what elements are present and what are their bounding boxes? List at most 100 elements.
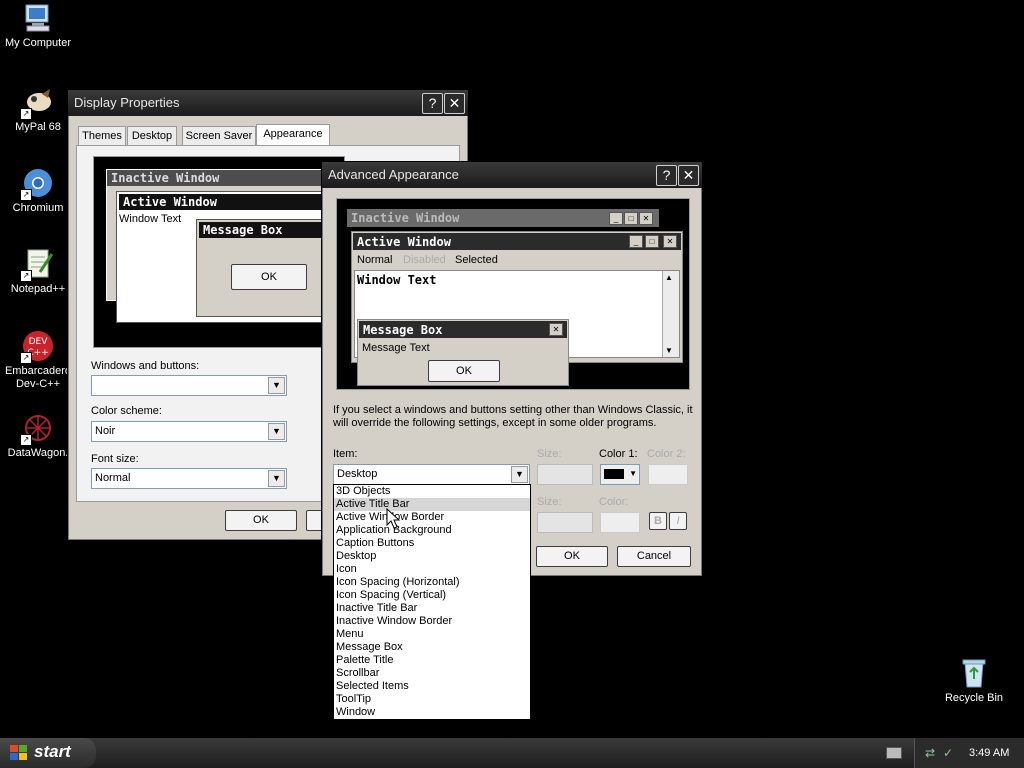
close-icon: ✕ (549, 323, 563, 336)
color2-picker[interactable] (648, 464, 688, 485)
shortcut-arrow-icon: ↗ (20, 189, 32, 201)
clock: 3:49 AM (969, 747, 1010, 759)
list-item[interactable]: Message Box (334, 641, 530, 654)
maximize-icon: □ (624, 212, 638, 225)
font-size-label: Font size: (91, 453, 139, 465)
list-item[interactable]: ToolTip (334, 693, 530, 706)
info-text: If you select a windows and buttons sett… (333, 404, 693, 429)
windows-buttons-label: Windows and buttons: (91, 360, 200, 372)
bold-button[interactable]: B (649, 512, 667, 530)
advanced-appearance-titlebar[interactable]: Advanced Appearance ? ✕ (322, 162, 702, 188)
windows-buttons-select[interactable]: ▼ (91, 375, 287, 396)
shortcut-arrow-icon: ↗ (20, 108, 32, 120)
keyboard-icon[interactable] (886, 747, 902, 759)
list-item[interactable]: Window (334, 706, 530, 719)
italic-button[interactable]: I (669, 512, 687, 530)
desktop-icon-devcpp[interactable]: DEV C++ ↗ Embarcadero Dev-C++ (0, 330, 76, 391)
chevron-down-icon: ▼ (268, 377, 285, 394)
close-icon: ✕ (663, 235, 677, 248)
mouse-cursor-icon (386, 507, 401, 533)
list-item[interactable]: Menu (334, 628, 530, 641)
list-item[interactable]: Scrollbar (334, 667, 530, 680)
computer-icon (22, 2, 54, 34)
preview-ok-button: OK (428, 360, 500, 382)
ok-button[interactable]: OK (225, 510, 297, 531)
close-button[interactable]: ✕ (678, 165, 699, 186)
preview-active-title: Active Window (119, 194, 337, 210)
item-label: Item: (333, 448, 358, 460)
network-icon[interactable]: ⇄ (925, 746, 935, 760)
list-item[interactable]: Icon (334, 563, 530, 576)
close-icon: ✕ (639, 212, 653, 225)
list-item[interactable]: Caption Buttons (334, 537, 530, 550)
desktop-icon-notepadpp[interactable]: ↗ Notepad++ (0, 248, 76, 296)
system-tray: ⇄ ✓ 3:49 AM (914, 738, 1024, 768)
list-item[interactable]: Active Window Border (334, 511, 530, 524)
color1-picker[interactable]: ▼ (600, 464, 640, 485)
color-scheme-select[interactable]: Noir ▼ (91, 421, 287, 442)
list-item[interactable]: Selected Items (334, 680, 530, 693)
chevron-down-icon: ▼ (268, 470, 285, 487)
list-item[interactable]: Application Background (334, 524, 530, 537)
minimize-icon: _ (609, 212, 623, 225)
font-color-label: Color: (599, 496, 629, 508)
preview-scrollbar: ▲ ▼ (662, 271, 679, 357)
desktop-icon-recycle-bin[interactable]: Recycle Bin (936, 657, 1012, 705)
chevron-down-icon: ▼ (629, 469, 637, 478)
tab-screen-saver[interactable]: Screen Saver (182, 126, 256, 145)
list-item[interactable]: Palette Title (334, 654, 530, 667)
font-size-select[interactable] (537, 512, 593, 533)
shortcut-arrow-icon: ↗ (20, 270, 32, 282)
preview-window-text: Window Text (357, 273, 437, 287)
tab-desktop[interactable]: Desktop (127, 126, 177, 145)
font-size-select[interactable]: Normal ▼ (91, 468, 287, 489)
close-button[interactable]: ✕ (444, 93, 465, 114)
item-dropdown-list[interactable]: 3D ObjectsActive Title BarActive Window … (333, 484, 531, 720)
desktop-icon-mypal[interactable]: ↗ MyPal 68 (0, 86, 76, 134)
font-color-picker[interactable] (600, 512, 640, 533)
color2-label: Color 2: (647, 448, 686, 460)
desktop-icon-label: Notepad++ (10, 283, 66, 295)
preview-ok-button: OK (231, 264, 307, 290)
list-item[interactable]: 3D Objects (334, 485, 530, 498)
start-button[interactable]: start (0, 738, 96, 768)
chevron-down-icon: ▼ (511, 466, 528, 483)
list-item[interactable]: Inactive Window Border (334, 615, 530, 628)
preview-inactive-title: Inactive Window (351, 211, 460, 225)
tab-appearance[interactable]: Appearance (256, 124, 330, 145)
list-item[interactable]: Active Title Bar (334, 498, 530, 511)
size-spinner[interactable] (537, 464, 593, 485)
cancel-button[interactable]: Cancel (617, 546, 691, 567)
desktop-icon-label: MyPal 68 (15, 121, 61, 133)
notepadpp-icon: ↗ (20, 248, 54, 282)
windows-logo-icon (10, 745, 28, 761)
desktop-icon-chromium[interactable]: ↗ Chromium (0, 167, 76, 215)
desktop-icon-datawagon[interactable]: ↗ DataWagon. (0, 412, 76, 460)
datawagon-icon: ↗ (20, 412, 54, 446)
display-properties-titlebar[interactable]: Display Properties ? ✕ (68, 90, 468, 116)
preview-menu-selected: Selected (455, 254, 498, 266)
tab-strip: Themes Desktop Screen Saver Appearance (78, 124, 458, 146)
start-label: start (34, 742, 71, 761)
recycle-bin-icon (958, 657, 990, 689)
font-size-label: Size: (537, 496, 562, 508)
ok-button[interactable]: OK (536, 546, 608, 567)
size-label: Size: (537, 448, 562, 460)
shortcut-arrow-icon: ↗ (20, 434, 32, 446)
desktop-icon-my-computer[interactable]: My Computer (0, 2, 76, 50)
mypal-icon: ↗ (20, 86, 54, 120)
item-select[interactable]: Desktop ▼ (333, 464, 530, 485)
preview-active-title: Active Window (357, 235, 451, 249)
desktop-icon-label: My Computer (4, 37, 72, 49)
help-button[interactable]: ? (656, 165, 677, 186)
list-item[interactable]: Icon Spacing (Horizontal) (334, 576, 530, 589)
preview-message-text: Message Text (362, 342, 430, 354)
preview-menu-disabled: Disabled (403, 254, 446, 266)
shortcut-arrow-icon: ↗ (20, 352, 32, 364)
help-button[interactable]: ? (422, 93, 443, 114)
tab-themes[interactable]: Themes (78, 126, 126, 145)
list-item[interactable]: Icon Spacing (Vertical) (334, 589, 530, 602)
list-item[interactable]: Inactive Title Bar (334, 602, 530, 615)
safely-remove-icon[interactable]: ✓ (943, 746, 953, 760)
list-item[interactable]: Desktop (334, 550, 530, 563)
